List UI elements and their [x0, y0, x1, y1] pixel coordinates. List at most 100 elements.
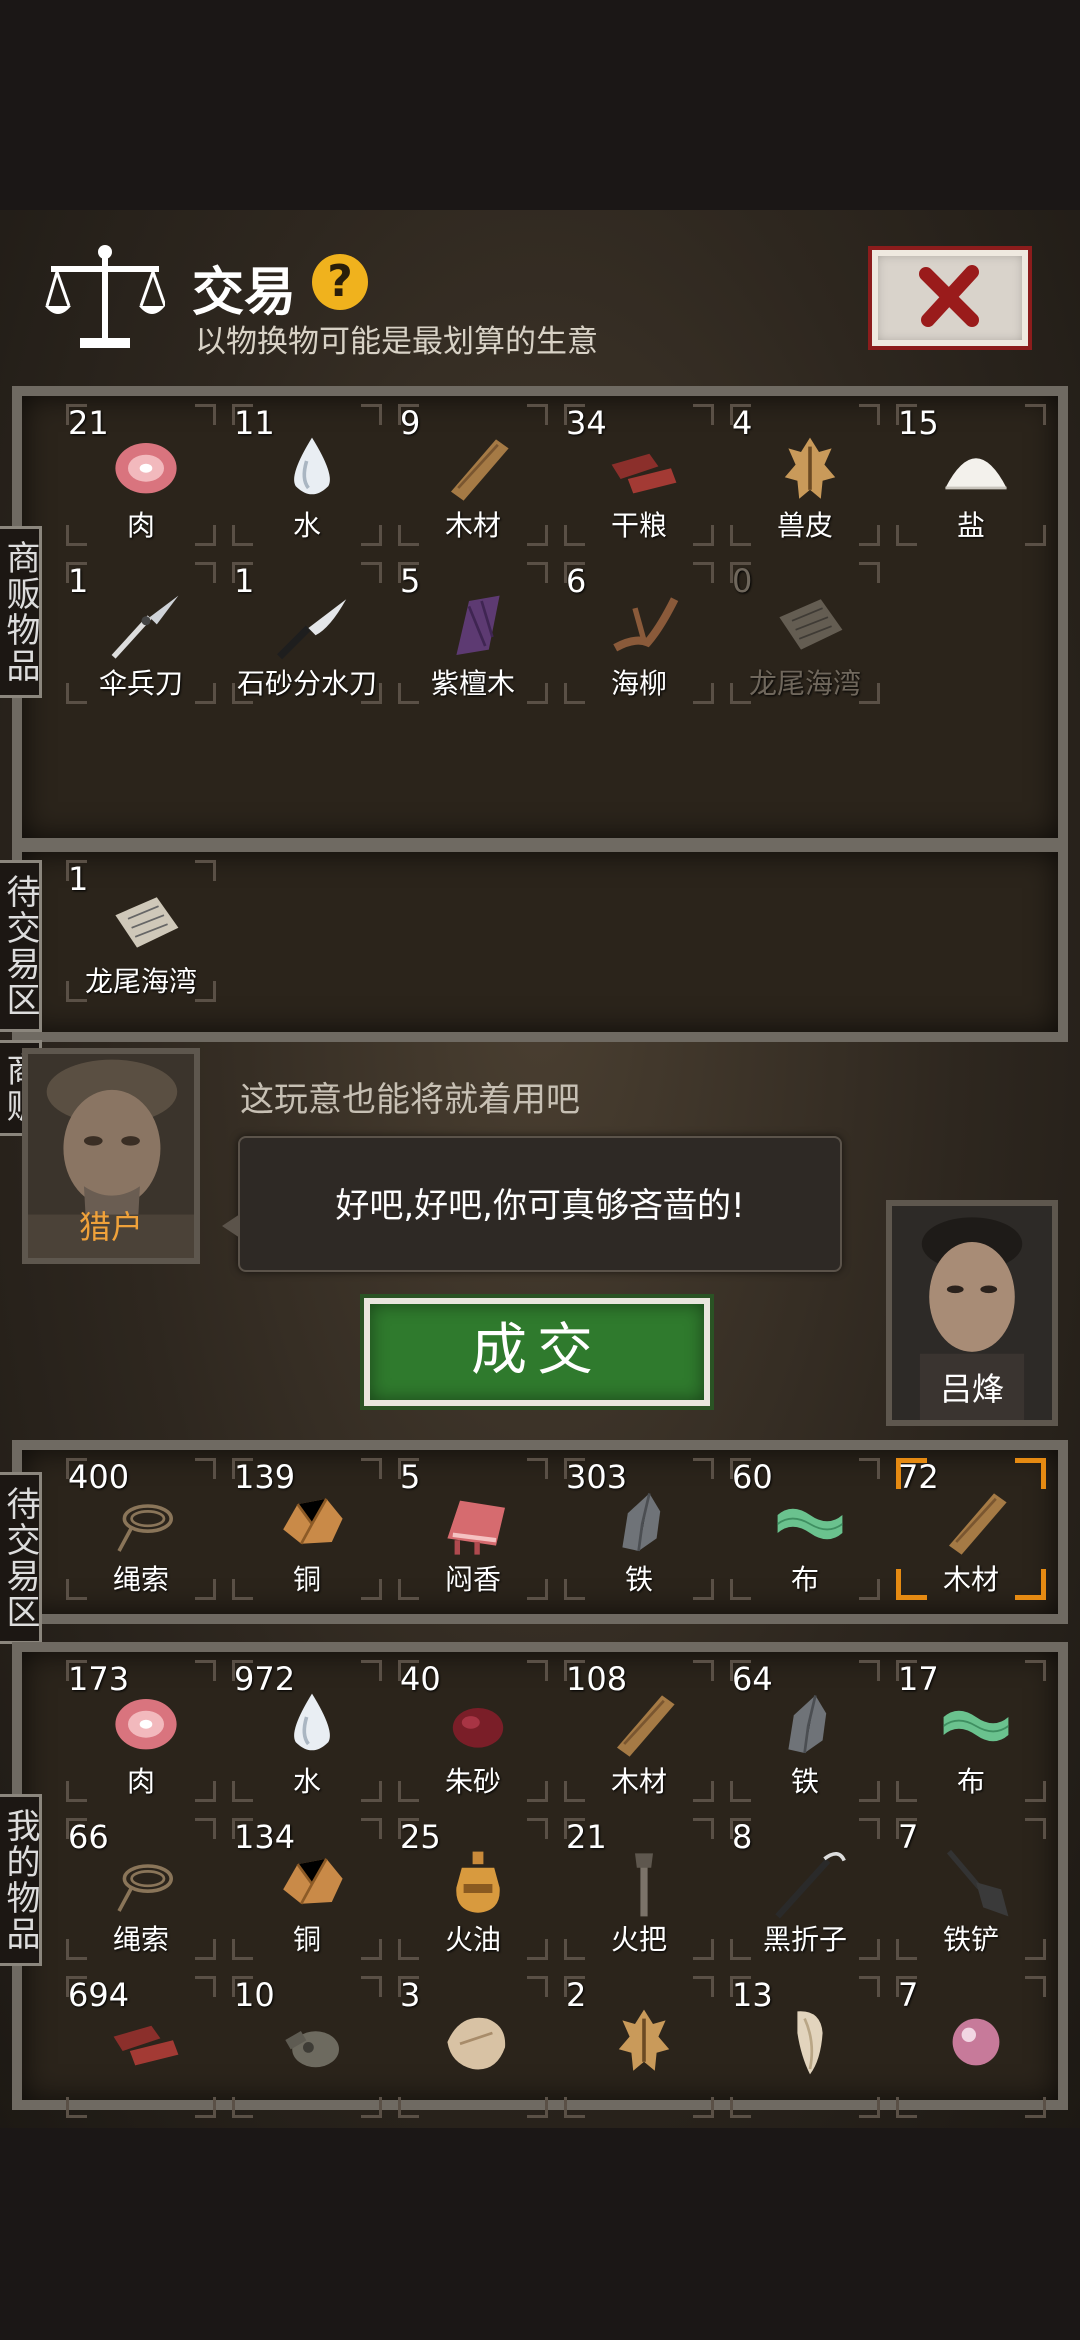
item-quantity: 72	[898, 1458, 939, 1496]
slot-corner	[361, 1660, 382, 1681]
my-item-slot[interactable]: 25 火油	[394, 1814, 552, 1964]
pending-player-item-slot[interactable]: 60 布	[726, 1454, 884, 1604]
slot-corner	[195, 404, 216, 425]
meat-icon	[115, 443, 177, 494]
slot-corner	[195, 1660, 216, 1681]
pending-merchant-item-slot[interactable]: 1 龙尾海湾	[62, 856, 220, 1006]
shop-item-slot[interactable]: 15 盐	[892, 400, 1050, 550]
close-button[interactable]	[868, 246, 1032, 350]
bottom-bar	[0, 2128, 1080, 2340]
my-item-slot[interactable]: 10	[228, 1972, 386, 2122]
item-name: 铁	[790, 1765, 819, 1798]
item-name: 水	[292, 509, 321, 542]
slot-corner	[859, 562, 880, 583]
shop-item-slot[interactable]: 0 龙尾海湾	[726, 558, 884, 708]
slot-corner	[195, 562, 216, 583]
slot-corner	[730, 2097, 751, 2118]
item-quantity: 694	[68, 1976, 130, 2014]
slot-corner	[896, 2097, 917, 2118]
paratrooper-knife-icon	[111, 595, 179, 659]
pending-player-item-slot[interactable]: 303 铁	[560, 1454, 718, 1604]
my-item-slot[interactable]: 13	[726, 1972, 884, 2122]
question-icon[interactable]: ?	[312, 254, 368, 310]
my-item-slot[interactable]: 7	[892, 1972, 1050, 2122]
my-item-slot[interactable]: 66 绳索	[62, 1814, 220, 1964]
item-name: 铁铲	[942, 1923, 999, 1956]
salt-icon	[945, 458, 1007, 490]
my-item-slot[interactable]: 7 铁铲	[892, 1814, 1050, 1964]
shop-item-slot[interactable]: 34 干粮	[560, 400, 718, 550]
my-item-slot[interactable]: 17 布	[892, 1656, 1050, 1806]
my-item-slot[interactable]: 972 水	[228, 1656, 386, 1806]
player-portrait[interactable]: 吕烽	[886, 1200, 1058, 1426]
shop-item-slot[interactable]: 1 石砂分水刀	[228, 558, 386, 708]
wood-icon	[949, 1493, 1007, 1555]
slot-corner	[361, 404, 382, 425]
pending-player-panel: 400 绳索 139 铜 5 闷香 303 铁 60 布 72 木材	[12, 1440, 1068, 1624]
item-quantity: 108	[566, 1660, 628, 1698]
shop-item-slot[interactable]: 1 伞兵刀	[62, 558, 220, 708]
my-item-slot[interactable]: 21 火把	[560, 1814, 718, 1964]
my-item-slot[interactable]: 108 木材	[560, 1656, 718, 1806]
item-quantity: 1	[68, 562, 89, 600]
item-quantity: 2	[566, 1976, 587, 2014]
incense-icon	[447, 1500, 505, 1555]
slot-corner	[693, 1976, 714, 1997]
shop-items-label: 商贩物品	[0, 526, 42, 698]
pending-player-item-slot[interactable]: 72 木材	[892, 1454, 1050, 1604]
item-quantity: 17	[898, 1660, 939, 1698]
slot-corner	[859, 1818, 880, 1839]
item-quantity: 400	[68, 1458, 130, 1496]
map-icon	[115, 897, 179, 948]
item-quantity: 5	[400, 1458, 421, 1496]
shop-item-slot[interactable]: 6 海柳	[560, 558, 718, 708]
merchant-name: 猎户	[78, 1208, 143, 1246]
slot-corner	[527, 1458, 548, 1479]
slot-corner	[1015, 1458, 1046, 1489]
shop-item-slot[interactable]: 5 紫檀木	[394, 558, 552, 708]
shop-item-slot[interactable]: 9 木材	[394, 400, 552, 550]
pending-player-item-slot[interactable]: 400 绳索	[62, 1454, 220, 1604]
slot-corner	[195, 860, 216, 881]
shop-item-slot[interactable]: 21 肉	[62, 400, 220, 550]
slot-corner	[1025, 2097, 1046, 2118]
merchant-portrait[interactable]: 猎户	[22, 1048, 200, 1264]
slot-corner	[693, 1660, 714, 1681]
my-item-slot[interactable]: 3	[394, 1972, 552, 2122]
pending-player-item-slot[interactable]: 5 闷香	[394, 1454, 552, 1604]
pending-player-item-slot[interactable]: 139 铜	[228, 1454, 386, 1604]
item-name: 肉	[126, 509, 155, 542]
item-name: 肉	[126, 1765, 155, 1798]
my-item-slot[interactable]: 2	[560, 1972, 718, 2122]
item-quantity: 139	[234, 1458, 296, 1496]
copper-icon	[283, 1498, 343, 1545]
trade-header: 交易 ? 以物换物可能是最划算的生意	[0, 210, 1080, 380]
slot-corner	[361, 562, 382, 583]
my-item-slot[interactable]: 8 黑折子	[726, 1814, 884, 1964]
item-quantity: 1	[68, 860, 89, 898]
page-title: 交易	[192, 263, 297, 323]
jerky-icon	[611, 453, 677, 494]
item-quantity: 8	[732, 1818, 753, 1856]
slot-corner	[195, 1818, 216, 1839]
shop-item-slot[interactable]: 4 兽皮	[726, 400, 884, 550]
deal-button[interactable]: 成交	[364, 1298, 710, 1406]
item-name: 海柳	[610, 667, 667, 700]
pending-merchant-label: 待交易区	[0, 860, 42, 1032]
my-item-slot[interactable]: 40 朱砂	[394, 1656, 552, 1806]
my-item-slot[interactable]: 694	[62, 1972, 220, 2122]
item-name: 铁	[624, 1563, 653, 1596]
my-item-slot[interactable]: 173 肉	[62, 1656, 220, 1806]
item-name: 布	[790, 1563, 819, 1596]
shop-item-slot[interactable]: 11 水	[228, 400, 386, 550]
item-quantity: 303	[566, 1458, 628, 1496]
iron-icon	[622, 1493, 661, 1552]
slot-corner	[527, 404, 548, 425]
merchant-comment: 这玩意也能将就着用吧	[240, 1080, 580, 1120]
oil-icon	[456, 1851, 500, 1913]
my-item-slot[interactable]: 64 铁	[726, 1656, 884, 1806]
item-quantity: 972	[234, 1660, 296, 1698]
slot-corner	[859, 1660, 880, 1681]
meat-icon	[115, 1699, 177, 1750]
my-item-slot[interactable]: 134 铜	[228, 1814, 386, 1964]
